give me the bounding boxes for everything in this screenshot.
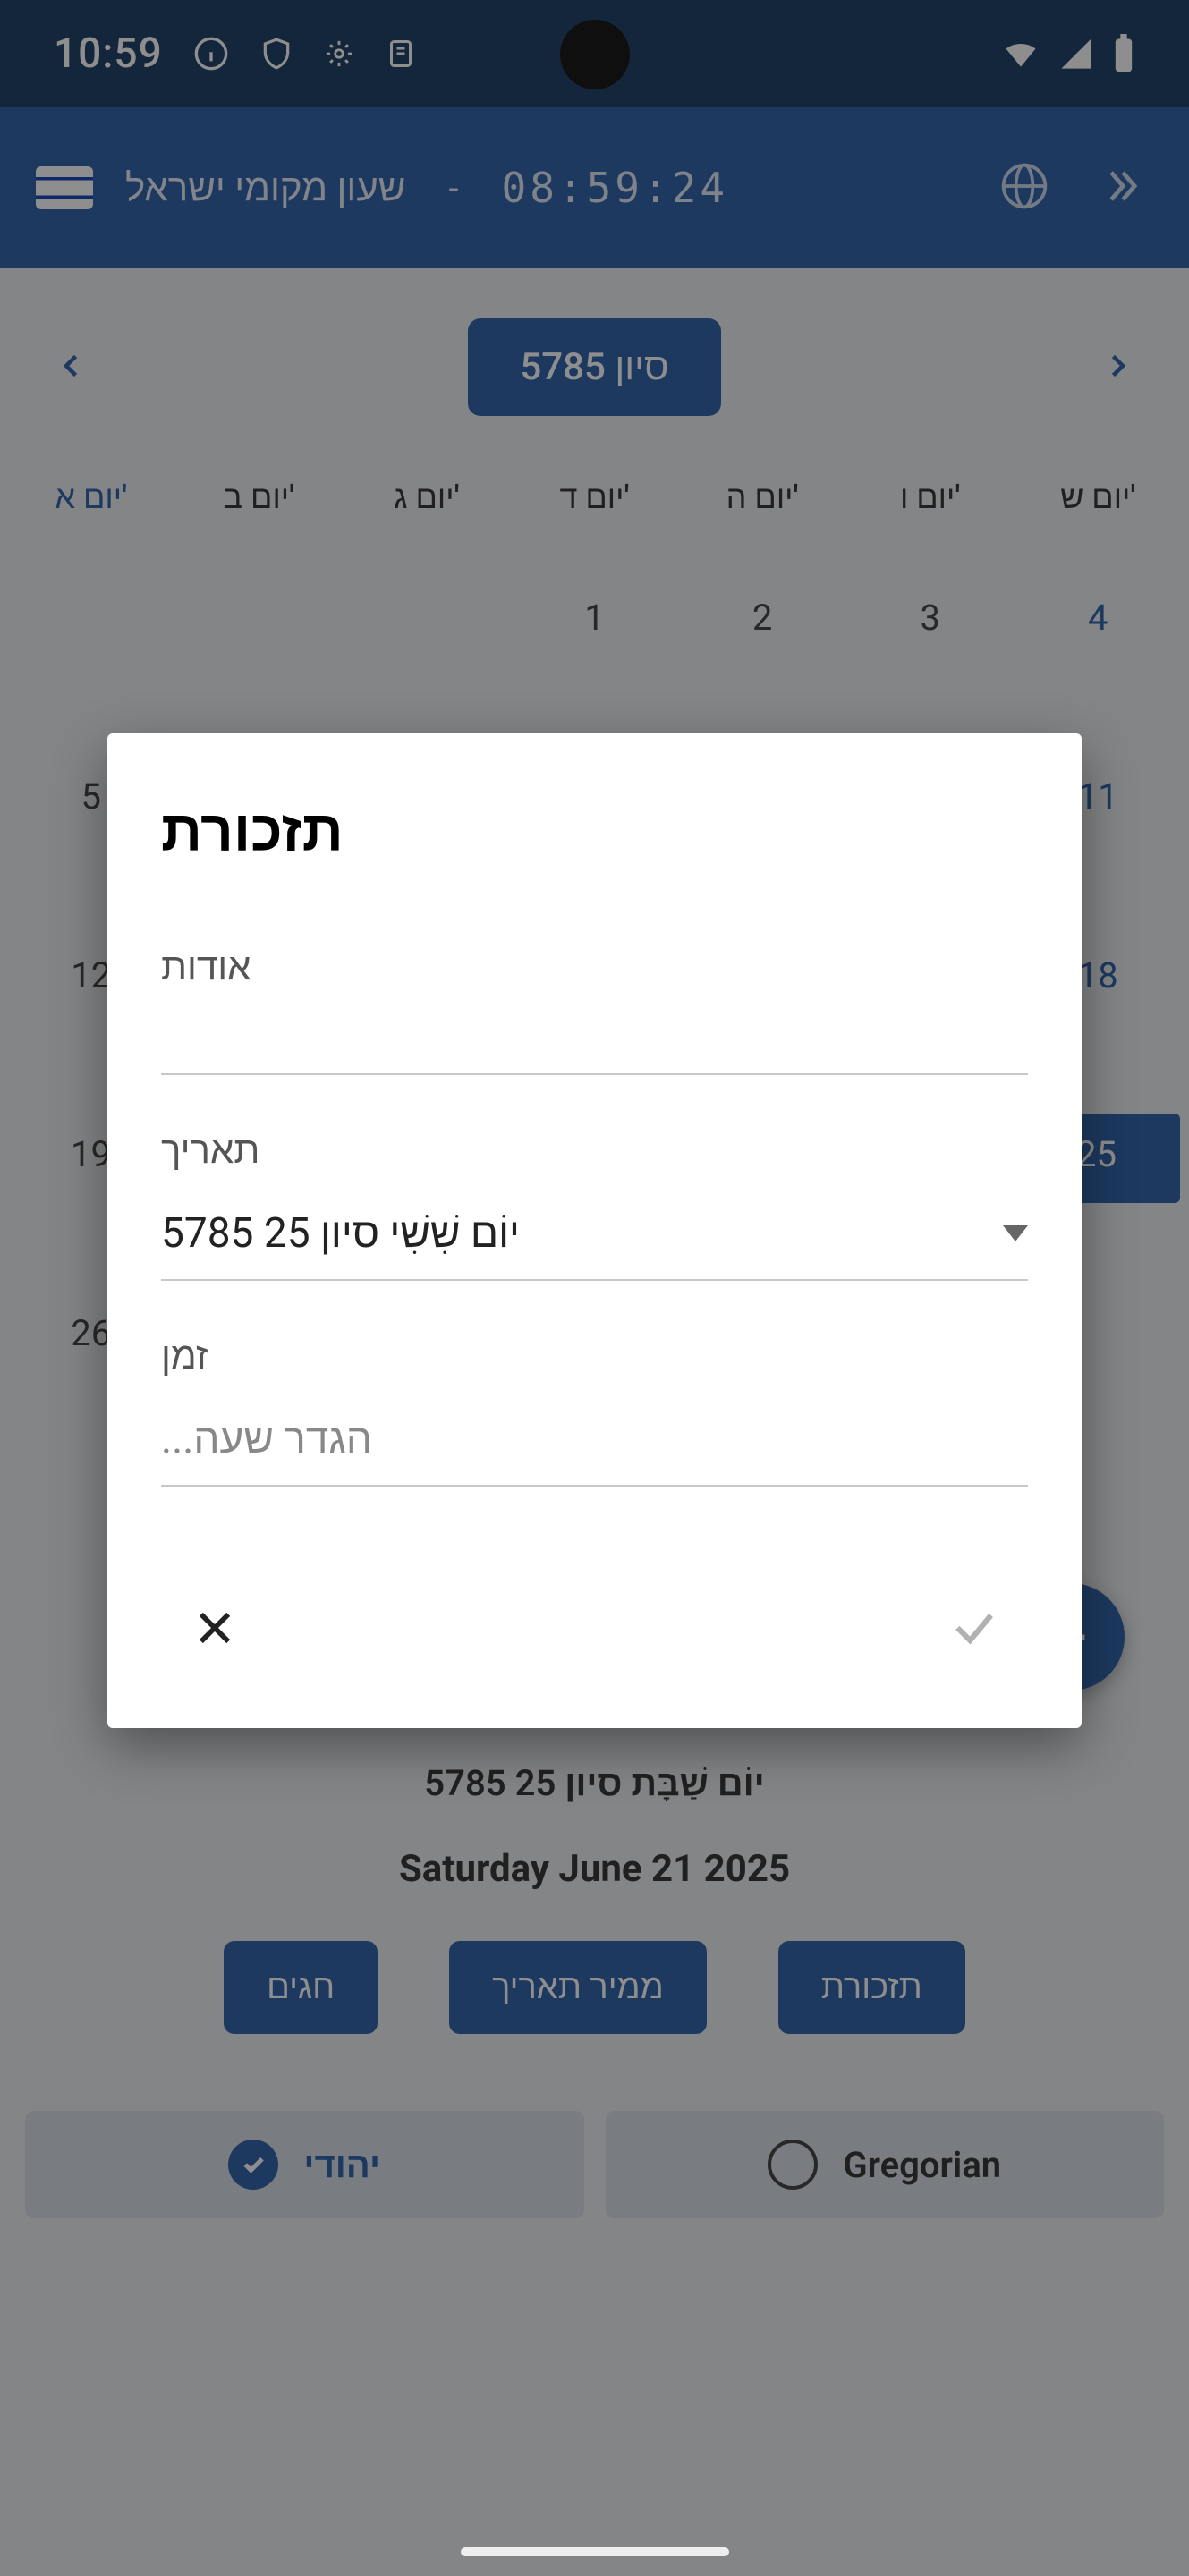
modal-title: תזכורת (161, 798, 1028, 865)
reminder-modal: תזכורת אודות תאריך יוֹם שִׁשִׁי סיון 25 … (107, 733, 1082, 1728)
time-label: זמן (161, 1335, 1028, 1378)
check-icon (949, 1603, 999, 1657)
cancel-button[interactable] (179, 1594, 251, 1665)
about-field[interactable]: אודות (161, 945, 1028, 1075)
dropdown-caret-icon (1003, 1225, 1028, 1241)
date-value: יוֹם שִׁשִׁי סיון 25 5785 (161, 1208, 520, 1258)
about-label: אודות (161, 945, 1028, 989)
modal-actions (161, 1540, 1028, 1692)
confirm-button[interactable] (938, 1594, 1010, 1665)
date-field[interactable]: תאריך יוֹם שִׁשִׁי סיון 25 5785 (161, 1129, 1028, 1281)
date-label: תאריך (161, 1129, 1028, 1173)
time-input-placeholder[interactable]: הגדר שעה... (161, 1414, 1028, 1463)
time-field[interactable]: זמן הגדר שעה... (161, 1335, 1028, 1487)
about-input[interactable] (161, 1025, 1028, 1052)
close-icon (191, 1605, 238, 1655)
home-indicator[interactable] (461, 2547, 729, 2556)
